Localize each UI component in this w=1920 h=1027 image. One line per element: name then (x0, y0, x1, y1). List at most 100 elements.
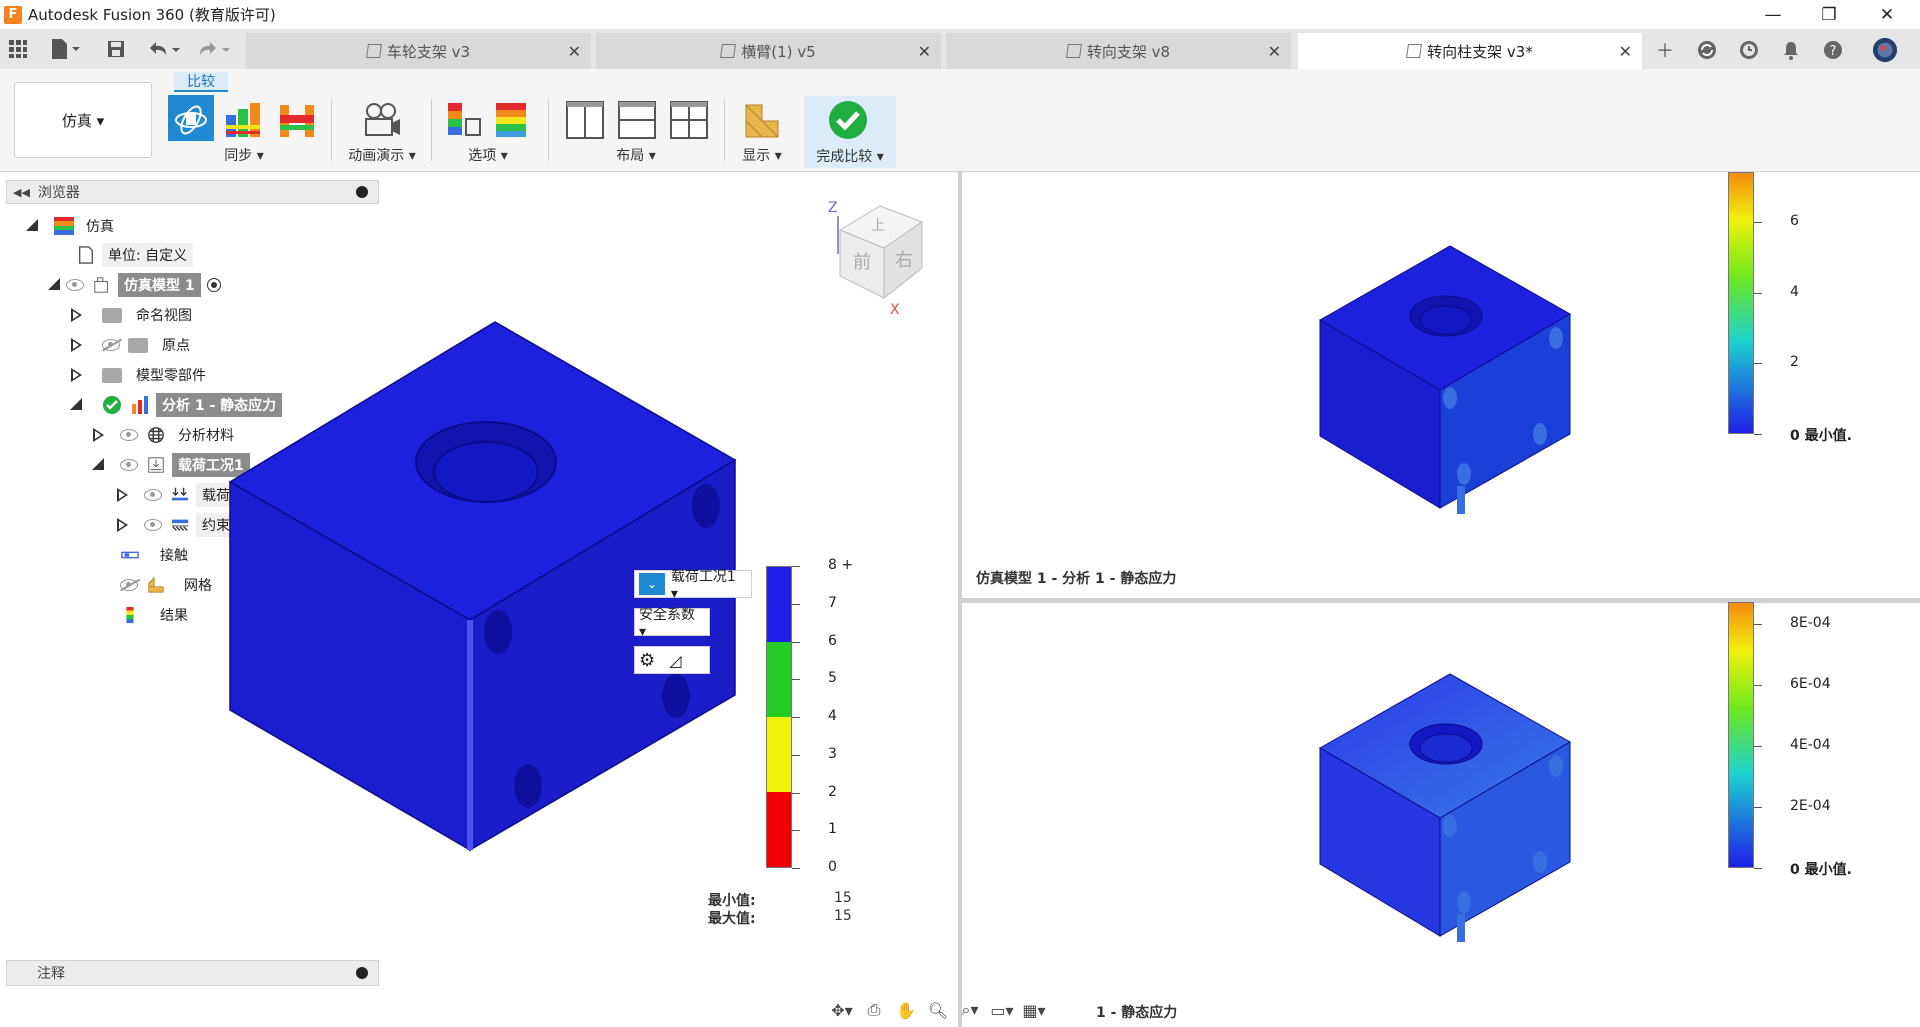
result-options-icon[interactable] (492, 101, 530, 139)
collapse-panel-icon[interactable]: ◀◀ (13, 186, 30, 199)
visibility-off-icon[interactable] (102, 339, 120, 351)
grid-settings-icon[interactable]: ▦▾ (1018, 998, 1050, 1022)
side-hole-1 (692, 484, 720, 528)
tree-item-study-materials[interactable]: 分析材料 (92, 423, 240, 447)
expand-toggle-icon[interactable] (26, 219, 38, 233)
sync-views-icon[interactable] (168, 95, 214, 141)
tree-item-mesh[interactable]: 网格 (120, 573, 218, 597)
tab-doc-1[interactable]: 车轮支架 v3 ✕ (246, 33, 591, 69)
legend-tick-mark (792, 566, 800, 567)
pan-hand-icon[interactable]: ✋ (890, 998, 922, 1022)
display-mode-icon[interactable] (742, 101, 780, 139)
fusion-logo-icon: F (4, 5, 22, 24)
minimize-button[interactable]: — (1750, 0, 1796, 29)
display-settings-icon[interactable]: ▭▾ (986, 998, 1018, 1022)
legend-tick-mark (792, 717, 800, 718)
display-group-label[interactable]: 显示 ▾ (732, 145, 792, 165)
expand-toggle-icon[interactable] (70, 308, 82, 322)
result-type-dropdown[interactable]: 安全系数 ▾ (634, 607, 710, 640)
tree-item-loads[interactable]: 载荷 (116, 483, 236, 507)
visibility-eye-icon[interactable] (144, 489, 162, 501)
tree-item-units[interactable]: 单位: 自定义 (76, 243, 194, 267)
legend-tick-label: 7 (828, 594, 837, 611)
restore-button[interactable]: ❐ (1806, 0, 1852, 29)
load-case-dropdown[interactable]: ⌄ 载荷工况1 ▾ (634, 569, 752, 602)
tree-item-origin[interactable]: 原点 (70, 333, 196, 357)
visibility-off-icon[interactable] (120, 579, 138, 591)
expand-toggle-icon[interactable] (92, 428, 104, 442)
notes-panel[interactable]: 注释 (6, 960, 379, 986)
expand-toggle-icon[interactable] (92, 458, 104, 472)
undo-icon[interactable] (146, 35, 182, 63)
expand-toggle-icon[interactable] (48, 278, 60, 292)
redo-icon[interactable] (196, 35, 232, 63)
finish-compare-check-icon[interactable] (828, 100, 867, 139)
tree-item-results[interactable]: 结果 (120, 603, 194, 627)
apps-grid-icon[interactable] (8, 35, 28, 63)
tab-doc-3[interactable]: 转向支架 v8 ✕ (946, 33, 1291, 69)
animation-camera-icon[interactable] (362, 101, 400, 139)
save-icon[interactable] (106, 35, 126, 63)
options-group-label[interactable]: 选项 ▾ (438, 145, 538, 165)
browser-minimize-icon[interactable] (356, 186, 368, 198)
user-avatar[interactable] (1872, 37, 1898, 63)
tree-item-model-components[interactable]: 模型零部件 (70, 363, 212, 387)
legend-options-icon[interactable] (446, 101, 484, 139)
sync-status-icon[interactable] (1694, 37, 1720, 63)
finish-compare-label[interactable]: 完成比较 ▾ (804, 146, 896, 166)
visibility-eye-icon[interactable] (120, 459, 138, 471)
viewport-horizontal-splitter[interactable] (962, 598, 1920, 603)
activate-radio-icon[interactable] (206, 278, 221, 292)
expand-toggle-icon[interactable] (70, 398, 82, 412)
look-at-icon[interactable]: ⎙ (858, 998, 890, 1022)
layout-quad-split-icon[interactable] (670, 101, 708, 139)
tree-item-named-views[interactable]: 命名视图 (70, 303, 198, 327)
file-menu-icon[interactable] (50, 35, 80, 63)
tab-close-icon[interactable]: ✕ (918, 42, 931, 61)
legend-tick-mark (1754, 292, 1762, 294)
help-icon[interactable]: ? (1820, 37, 1846, 63)
expand-toggle-icon[interactable] (70, 338, 82, 352)
top-right-viewport-model[interactable] (1310, 244, 1580, 524)
sync-group-label[interactable]: 同步 ▾ (166, 145, 322, 165)
zoom-window-icon[interactable]: ⌕▾ (954, 998, 986, 1022)
visibility-eye-icon[interactable] (144, 519, 162, 531)
orbit-move-icon[interactable]: ✥▾ (826, 998, 858, 1022)
legend-color-bar (1728, 602, 1754, 868)
tab-doc-4-active[interactable]: 转向柱支架 v3* ✕ (1298, 33, 1642, 69)
animation-group-label[interactable]: 动画演示 ▾ (338, 145, 426, 165)
zoom-icon[interactable]: 🔍︎ (922, 998, 954, 1022)
expand-toggle-icon[interactable] (70, 368, 82, 382)
settings-gear-icon[interactable]: ⚙ (639, 650, 655, 671)
tab-close-icon[interactable]: ✕ (1619, 42, 1632, 61)
layout-vertical-split-icon[interactable] (566, 101, 604, 139)
visibility-eye-icon[interactable] (66, 279, 84, 291)
job-status-clock-icon[interactable] (1736, 37, 1762, 63)
sync-camera-icon[interactable] (278, 101, 316, 139)
probe-triangle-icon[interactable]: ◿ (669, 651, 681, 670)
part-cube-icon (1406, 44, 1423, 58)
tab-close-icon[interactable]: ✕ (1268, 42, 1281, 61)
tab-close-icon[interactable]: ✕ (568, 42, 581, 61)
bottom-right-viewport-model[interactable] (1310, 672, 1580, 952)
layout-horizontal-split-icon[interactable] (618, 101, 656, 139)
ribbon-separator (724, 99, 725, 161)
expand-toggle-icon[interactable] (116, 488, 128, 502)
tab-doc-2[interactable]: 横臂(1) v5 ✕ (596, 33, 941, 69)
sync-results-icon[interactable] (224, 101, 262, 139)
visibility-eye-icon[interactable] (120, 429, 138, 441)
close-button[interactable]: ✕ (1864, 0, 1910, 29)
notification-bell-icon[interactable] (1778, 37, 1804, 63)
workspace-switcher-button[interactable]: 仿真 ▾ (14, 82, 152, 158)
new-tab-plus-icon[interactable]: ＋ (1652, 37, 1678, 63)
legend-tick-label: 8E-04 (1790, 615, 1831, 631)
expand-toggle-icon[interactable] (116, 518, 128, 532)
tree-item-simulation[interactable]: 仿真 (26, 214, 120, 238)
notes-add-icon[interactable] (356, 967, 368, 979)
view-cube[interactable]: Z X 上 前 右 (826, 196, 936, 316)
tree-item-contacts[interactable]: 接触 (120, 543, 194, 567)
compare-context-tab[interactable]: 比较 (174, 72, 228, 92)
tree-item-constraints[interactable]: 约束 (116, 513, 236, 537)
layout-group-label[interactable]: 布局 ▾ (556, 145, 716, 165)
tree-item-sim-model[interactable]: 仿真模型 1 (48, 273, 221, 297)
